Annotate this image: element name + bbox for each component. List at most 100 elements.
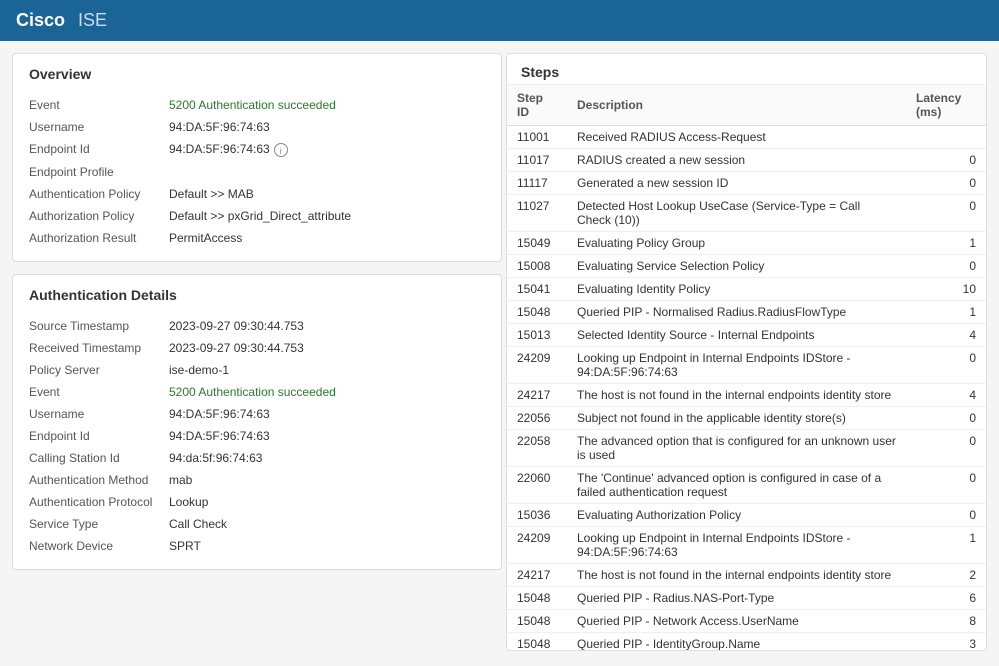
step-latency: 1: [906, 232, 986, 255]
table-row: 24209Looking up Endpoint in Internal End…: [507, 527, 986, 564]
auth-field-label: Source Timestamp: [29, 315, 169, 337]
table-row: 11001Received RADIUS Access-Request: [507, 126, 986, 149]
step-latency: 0: [906, 504, 986, 527]
step-description: Generated a new session ID: [567, 172, 906, 195]
header-cisco: Cisco: [16, 10, 65, 31]
auth-field-value: Call Check: [169, 513, 485, 535]
auth-field-label: Username: [29, 403, 169, 425]
auth-detail-row: Endpoint Id94:DA:5F:96:74:63: [29, 425, 485, 447]
step-latency: 6: [906, 587, 986, 610]
step-description: RADIUS created a new session: [567, 149, 906, 172]
overview-title: Overview: [29, 66, 485, 82]
step-description: The 'Continue' advanced option is config…: [567, 467, 906, 504]
auth-detail-row: Calling Station Id94:da:5f:96:74:63: [29, 447, 485, 469]
overview-row: Username94:DA:5F:96:74:63: [29, 116, 485, 138]
table-row: 24217The host is not found in the intern…: [507, 564, 986, 587]
auth-field-label: Authentication Protocol: [29, 491, 169, 513]
col-latency: Latency (ms): [906, 85, 986, 126]
table-row: 22056Subject not found in the applicable…: [507, 407, 986, 430]
overview-field-value: [169, 161, 485, 183]
overview-row: Authentication PolicyDefault >> MAB: [29, 183, 485, 205]
table-row: 24209Looking up Endpoint in Internal End…: [507, 347, 986, 384]
overview-field-value: 94:DA:5F:96:74:63: [169, 116, 485, 138]
step-description: The host is not found in the internal en…: [567, 564, 906, 587]
step-latency: [906, 126, 986, 149]
step-id: 15013: [507, 324, 567, 347]
auth-field-value: 94:da:5f:96:74:63: [169, 447, 485, 469]
overview-field-label: Authentication Policy: [29, 183, 169, 205]
auth-detail-row: Policy Serverise-demo-1: [29, 359, 485, 381]
auth-field-label: Policy Server: [29, 359, 169, 381]
overview-field-value: 94:DA:5F:96:74:63i: [169, 138, 485, 161]
step-description: Subject not found in the applicable iden…: [567, 407, 906, 430]
overview-field-label: Event: [29, 94, 169, 116]
table-row: 22058The advanced option that is configu…: [507, 430, 986, 467]
step-id: 22056: [507, 407, 567, 430]
steps-table: Step ID Description Latency (ms) 11001Re…: [507, 85, 986, 651]
step-latency: 0: [906, 430, 986, 467]
auth-field-value: SPRT: [169, 535, 485, 557]
table-row: 15048Queried PIP - Normalised Radius.Rad…: [507, 301, 986, 324]
overview-row: Endpoint Profile: [29, 161, 485, 183]
table-row: 15041Evaluating Identity Policy10: [507, 278, 986, 301]
auth-field-value[interactable]: 5200 Authentication succeeded: [169, 381, 485, 403]
overview-field-value[interactable]: 5200 Authentication succeeded: [169, 94, 485, 116]
overview-field-value: Default >> pxGrid_Direct_attribute: [169, 205, 485, 227]
step-latency: 0: [906, 149, 986, 172]
info-icon[interactable]: i: [274, 143, 288, 157]
step-id: 11017: [507, 149, 567, 172]
auth-detail-row: Network DeviceSPRT: [29, 535, 485, 557]
event-link[interactable]: 5200 Authentication succeeded: [169, 385, 336, 399]
step-id: 24209: [507, 527, 567, 564]
step-id: 15048: [507, 301, 567, 324]
step-description: Looking up Endpoint in Internal Endpoint…: [567, 527, 906, 564]
step-description: Received RADIUS Access-Request: [567, 126, 906, 149]
auth-detail-row: Service TypeCall Check: [29, 513, 485, 535]
step-id: 24217: [507, 384, 567, 407]
step-id: 15008: [507, 255, 567, 278]
auth-field-value: ise-demo-1: [169, 359, 485, 381]
step-latency: 0: [906, 347, 986, 384]
step-id: 15049: [507, 232, 567, 255]
step-description: Evaluating Policy Group: [567, 232, 906, 255]
table-row: 11117Generated a new session ID0: [507, 172, 986, 195]
auth-field-label: Endpoint Id: [29, 425, 169, 447]
auth-field-label: Service Type: [29, 513, 169, 535]
table-row: 15036Evaluating Authorization Policy0: [507, 504, 986, 527]
auth-field-label: Received Timestamp: [29, 337, 169, 359]
auth-field-value: Lookup: [169, 491, 485, 513]
steps-title: Steps: [507, 54, 986, 85]
table-row: 15048Queried PIP - Radius.NAS-Port-Type6: [507, 587, 986, 610]
step-description: The advanced option that is configured f…: [567, 430, 906, 467]
auth-detail-row: Username94:DA:5F:96:74:63: [29, 403, 485, 425]
overview-table: Event5200 Authentication succeededUserna…: [29, 94, 485, 249]
step-id: 11001: [507, 126, 567, 149]
auth-details-title: Authentication Details: [29, 287, 485, 303]
step-latency: 8: [906, 610, 986, 633]
table-row: 15048Queried PIP - IdentityGroup.Name3: [507, 633, 986, 652]
step-latency: 2: [906, 564, 986, 587]
step-latency: 3: [906, 633, 986, 652]
table-row: 11017RADIUS created a new session0: [507, 149, 986, 172]
step-description: Queried PIP - Network Access.UserName: [567, 610, 906, 633]
step-latency: 0: [906, 255, 986, 278]
overview-field-label: Authorization Result: [29, 227, 169, 249]
overview-section: Overview Event5200 Authentication succee…: [12, 53, 502, 262]
auth-field-label: Authentication Method: [29, 469, 169, 491]
step-description: Queried PIP - Normalised Radius.RadiusFl…: [567, 301, 906, 324]
table-row: 24217The host is not found in the intern…: [507, 384, 986, 407]
step-id: 22060: [507, 467, 567, 504]
overview-row: Endpoint Id94:DA:5F:96:74:63i: [29, 138, 485, 161]
step-latency: 10: [906, 278, 986, 301]
overview-row: Authorization ResultPermitAccess: [29, 227, 485, 249]
overview-field-label: Authorization Policy: [29, 205, 169, 227]
header-ise: ISE: [78, 10, 107, 31]
event-link[interactable]: 5200 Authentication succeeded: [169, 98, 336, 112]
overview-row: Event5200 Authentication succeeded: [29, 94, 485, 116]
step-description: Detected Host Lookup UseCase (Service-Ty…: [567, 195, 906, 232]
auth-field-value: 2023-09-27 09:30:44.753: [169, 315, 485, 337]
auth-details-table: Source Timestamp2023-09-27 09:30:44.753R…: [29, 315, 485, 557]
step-id: 15048: [507, 633, 567, 652]
step-description: Looking up Endpoint in Internal Endpoint…: [567, 347, 906, 384]
col-description: Description: [567, 85, 906, 126]
